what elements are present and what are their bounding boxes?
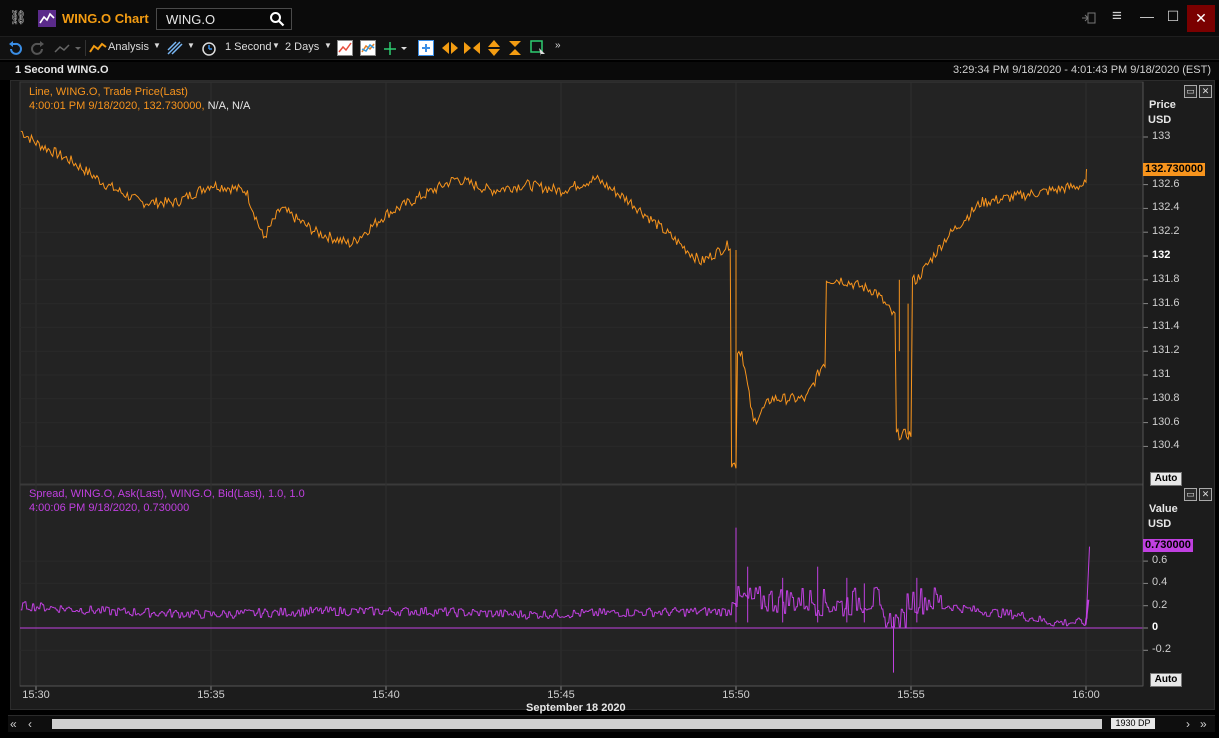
spread-axis-unit: USD bbox=[1148, 518, 1172, 530]
x-axis-date-label: September 18 2020 bbox=[526, 702, 626, 714]
price-last-value-badge: 132.730000 bbox=[1143, 163, 1206, 176]
spread-last-value-badge: 0.730000 bbox=[1143, 539, 1193, 552]
price-plot-area bbox=[19, 81, 1144, 485]
spread-panel-close-icon[interactable]: ✕ bbox=[1199, 488, 1212, 501]
datapoints-count: 1930 DP bbox=[1111, 718, 1155, 729]
spread-tick-label: 0.4 bbox=[1152, 576, 1168, 589]
price-axis-title: Price bbox=[1149, 99, 1176, 111]
x-tick-label: 15:45 bbox=[547, 689, 575, 701]
spread-legend-title: Spread, WING.O, Ask(Last), WING.O, Bid(L… bbox=[29, 488, 305, 500]
price-tick-label: 131 bbox=[1152, 368, 1171, 380]
scroll-right-icon[interactable]: › bbox=[1186, 717, 1190, 731]
price-panel-close-icon[interactable]: ✕ bbox=[1199, 85, 1212, 98]
chart-scrollbar[interactable]: « ‹ 1930 DP › » bbox=[8, 715, 1215, 732]
spread-tick-label: 0.6 bbox=[1152, 554, 1168, 567]
price-tick-label: 131.8 bbox=[1152, 272, 1180, 285]
x-tick-label: 16:00 bbox=[1072, 689, 1100, 701]
price-tick-label: 130.6 bbox=[1152, 415, 1180, 428]
scroll-left-icon[interactable]: ‹ bbox=[28, 717, 32, 731]
spread-auto-scale-button[interactable]: Auto bbox=[1150, 673, 1182, 687]
spread-legend-values: 4:00:06 PM 9/18/2020, 0.730000 bbox=[29, 502, 190, 514]
spread-axis-title: Value bbox=[1149, 503, 1178, 515]
price-legend-title: Line, WING.O, Trade Price(Last) bbox=[29, 86, 188, 98]
scroll-to-start-icon[interactable]: « bbox=[10, 717, 17, 731]
price-tick-label: 130.4 bbox=[1152, 439, 1180, 452]
price-tick-label: 132.2 bbox=[1152, 225, 1180, 238]
price-tick-label: 132.4 bbox=[1152, 201, 1180, 214]
price-tick-label: 130.8 bbox=[1152, 391, 1180, 404]
x-tick-label: 15:35 bbox=[197, 689, 225, 701]
x-tick-label: 15:40 bbox=[372, 689, 400, 701]
price-panel-restore-icon[interactable]: ▭ bbox=[1184, 85, 1197, 98]
scrollbar-thumb[interactable] bbox=[52, 719, 1102, 729]
x-tick-label: 15:30 bbox=[22, 689, 50, 701]
spread-tick-label: 0.2 bbox=[1152, 598, 1168, 611]
price-tick-label: 131.2 bbox=[1152, 344, 1180, 357]
price-tick-label: 133 bbox=[1152, 130, 1171, 142]
price-axis-unit: USD bbox=[1148, 114, 1172, 126]
price-legend-values: 4:00:01 PM 9/18/2020, 132.730000, N/A, N… bbox=[29, 100, 250, 112]
price-legend-na: N/A, N/A bbox=[207, 100, 251, 112]
spread-plot-area bbox=[19, 484, 1144, 687]
spread-tick-label: 0 bbox=[1152, 621, 1159, 633]
price-tick-label: 131.6 bbox=[1152, 296, 1180, 309]
price-tick-label: 132.6 bbox=[1152, 177, 1180, 190]
x-tick-label: 15:50 bbox=[722, 689, 750, 701]
scroll-to-end-icon[interactable]: » bbox=[1200, 717, 1207, 731]
price-legend-value: 4:00:01 PM 9/18/2020, 132.730000, bbox=[29, 100, 205, 112]
price-tick-label: 132 bbox=[1152, 249, 1171, 261]
spread-panel-restore-icon[interactable]: ▭ bbox=[1184, 488, 1197, 501]
spread-tick-label: -0.2 bbox=[1152, 643, 1171, 656]
price-tick-label: 131.4 bbox=[1152, 320, 1180, 333]
x-tick-label: 15:55 bbox=[897, 689, 925, 701]
price-auto-scale-button[interactable]: Auto bbox=[1150, 472, 1182, 486]
